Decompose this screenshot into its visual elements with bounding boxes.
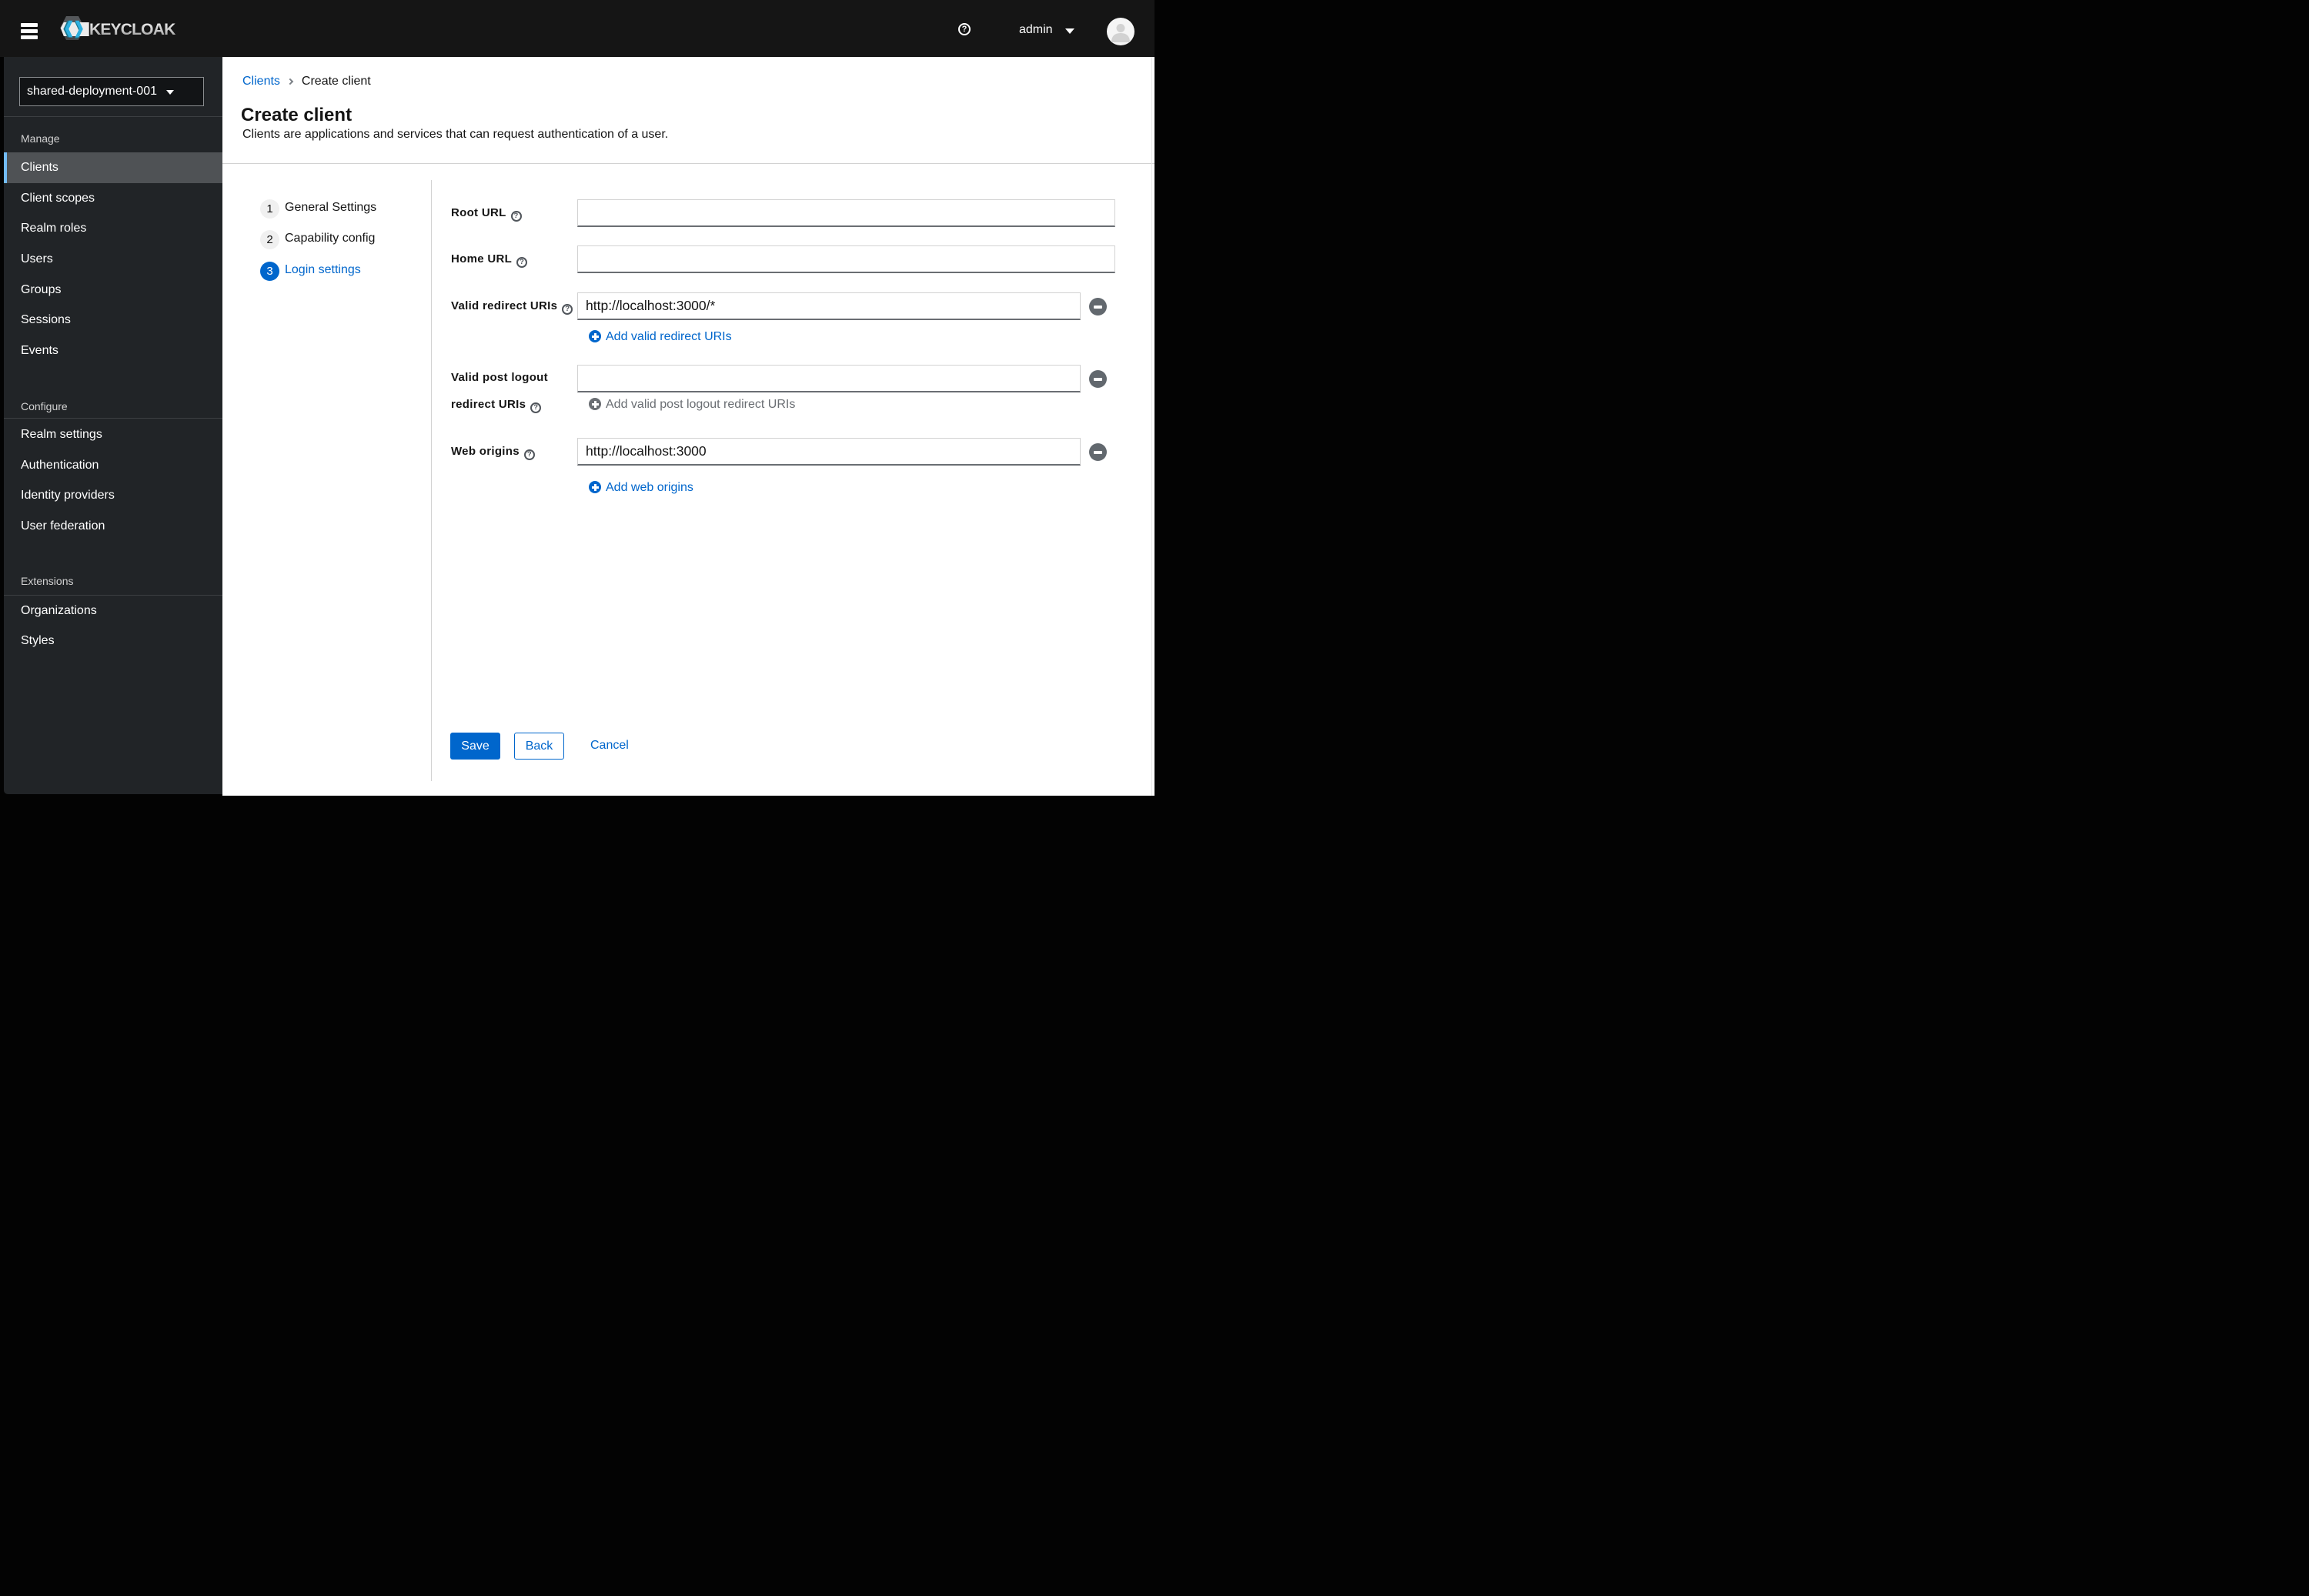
svg-text:KEYCLOAK: KEYCLOAK (89, 21, 175, 38)
